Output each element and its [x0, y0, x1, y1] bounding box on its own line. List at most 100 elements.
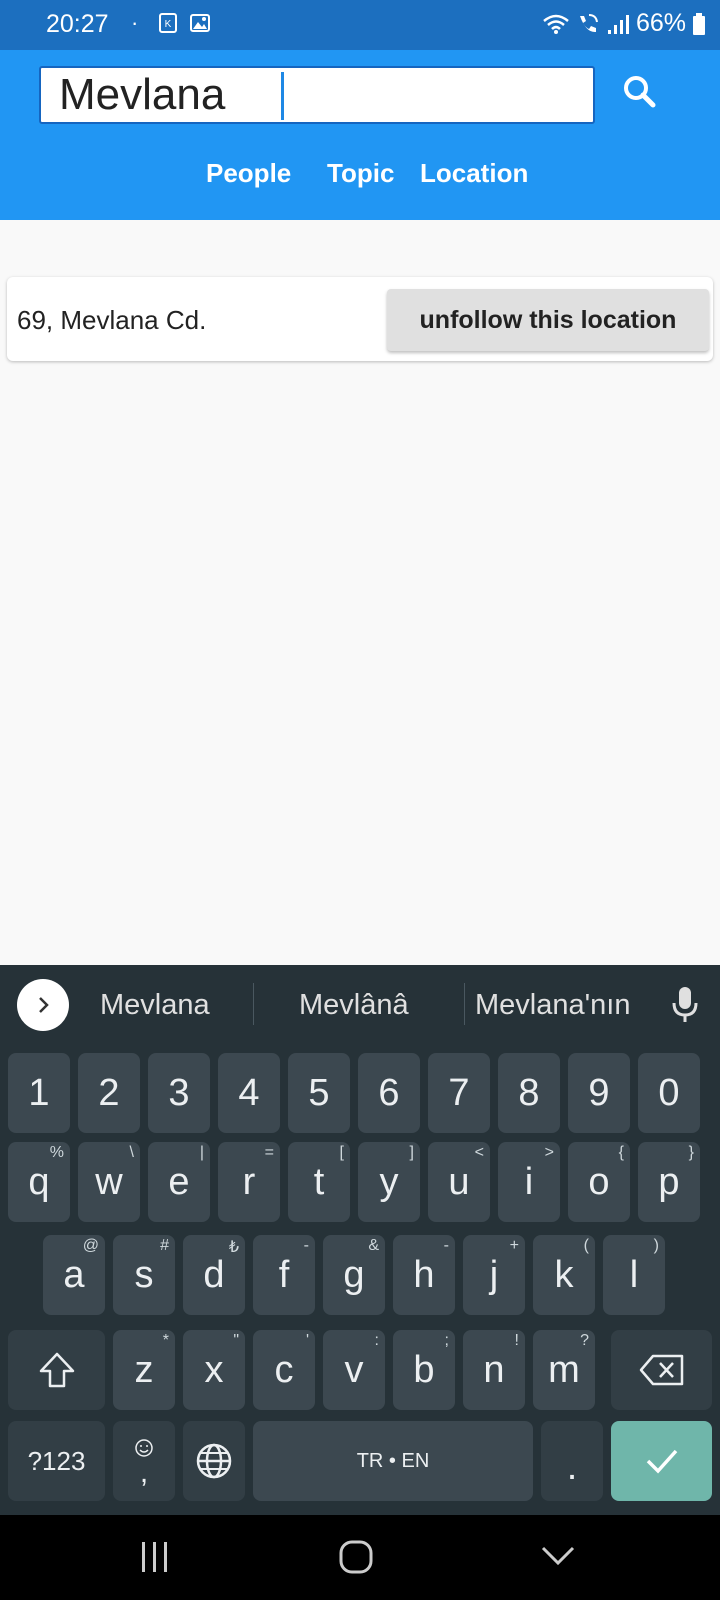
key-g[interactable]: g &: [323, 1235, 385, 1315]
search-box[interactable]: [39, 66, 595, 124]
divider: [464, 983, 465, 1025]
key-label: k: [554, 1253, 574, 1296]
suggestion-1[interactable]: Mevlana: [100, 989, 210, 1022]
search-input[interactable]: [41, 68, 593, 122]
key-label: q: [28, 1160, 50, 1203]
key-alt-symbol: @: [82, 1237, 99, 1254]
key-p[interactable]: p}: [638, 1142, 700, 1222]
key-w[interactable]: w \: [78, 1142, 140, 1222]
key-alt-symbol: :: [374, 1332, 379, 1349]
key-y[interactable]: y]: [358, 1142, 420, 1222]
key-label: 2: [98, 1071, 120, 1114]
key-a[interactable]: a @: [43, 1235, 105, 1315]
key-5[interactable]: 5: [288, 1053, 350, 1133]
key-i[interactable]: i >: [498, 1142, 560, 1222]
key-alt-symbol: }: [688, 1144, 694, 1161]
space-key[interactable]: TR • EN: [253, 1421, 533, 1501]
key-label: y: [379, 1160, 399, 1203]
key-alt-symbol: !: [514, 1332, 519, 1349]
key-f[interactable]: f-: [253, 1235, 315, 1315]
key-l[interactable]: l): [603, 1235, 665, 1315]
chevron-right-icon: [39, 997, 49, 1013]
svg-text:K: K: [165, 19, 172, 30]
tab-people[interactable]: People: [206, 158, 291, 189]
key-c[interactable]: c ': [253, 1330, 315, 1410]
key-7[interactable]: 7: [428, 1053, 490, 1133]
key-n[interactable]: n!: [463, 1330, 525, 1410]
language-key[interactable]: [183, 1421, 245, 1501]
key-alt-symbol: +: [509, 1237, 519, 1254]
status-bar: 20:27 · K 66%: [0, 0, 720, 50]
shift-key[interactable]: [8, 1330, 105, 1410]
backspace-key[interactable]: [611, 1330, 712, 1410]
key-k[interactable]: k(: [533, 1235, 595, 1315]
key-8[interactable]: 8: [498, 1053, 560, 1133]
key-0[interactable]: 0: [638, 1053, 700, 1133]
key-label: j: [489, 1253, 499, 1296]
key-v[interactable]: v:: [323, 1330, 385, 1410]
key-t[interactable]: t[: [288, 1142, 350, 1222]
key-alt-symbol: *: [162, 1332, 169, 1349]
key-alt-symbol: ;: [444, 1332, 449, 1349]
key-u[interactable]: u <: [428, 1142, 490, 1222]
status-time: 20:27: [46, 10, 109, 38]
key-label: 5: [308, 1071, 330, 1114]
key-label: v: [344, 1348, 364, 1391]
enter-key[interactable]: [611, 1421, 712, 1501]
backspace-icon: [639, 1354, 683, 1386]
key-q[interactable]: q%: [8, 1142, 70, 1222]
key-label: i: [524, 1160, 534, 1203]
key-label: o: [588, 1160, 610, 1203]
search-header: People Topic Location: [0, 50, 720, 220]
key-label: l: [629, 1253, 639, 1296]
key-3[interactable]: 3: [148, 1053, 210, 1133]
suggestion-2[interactable]: Mevlânâ: [299, 989, 409, 1022]
unfollow-location-button[interactable]: unfollow this location: [387, 289, 709, 351]
key-e[interactable]: e |: [148, 1142, 210, 1222]
key-label: e: [168, 1160, 190, 1203]
battery-percent: 66%: [635, 9, 686, 37]
battery-icon: [693, 12, 705, 35]
key-alt-symbol: #: [160, 1237, 169, 1254]
key-label: 7: [448, 1071, 470, 1114]
tab-topic[interactable]: Topic: [327, 158, 394, 189]
key-d[interactable]: d ₺: [183, 1235, 245, 1315]
key-1[interactable]: 1: [8, 1053, 70, 1133]
key-6[interactable]: 6: [358, 1053, 420, 1133]
expand-toolbar-button[interactable]: [17, 979, 69, 1031]
key-z[interactable]: z *: [113, 1330, 175, 1410]
key-label: b: [413, 1348, 435, 1391]
key-alt-symbol: -: [443, 1237, 449, 1254]
microphone-icon[interactable]: [668, 985, 702, 1025]
tab-location[interactable]: Location: [420, 158, 528, 189]
key-x[interactable]: x ": [183, 1330, 245, 1410]
key-label: 4: [238, 1071, 260, 1114]
symbols-key[interactable]: ?123: [8, 1421, 105, 1501]
app-k-icon: K: [159, 13, 177, 33]
recent-apps-icon[interactable]: [138, 1539, 172, 1575]
key-m[interactable]: m?: [533, 1330, 595, 1410]
period-key[interactable]: .: [541, 1421, 603, 1501]
key-alt-symbol: -: [303, 1237, 309, 1254]
key-o[interactable]: o{: [568, 1142, 630, 1222]
navigation-bar: [0, 1515, 720, 1600]
key-label: w: [95, 1160, 123, 1203]
key-2[interactable]: 2: [78, 1053, 140, 1133]
key-b[interactable]: b;: [393, 1330, 455, 1410]
emoji-comma-key[interactable]: ,: [113, 1421, 175, 1501]
key-h[interactable]: h-: [393, 1235, 455, 1315]
key-alt-symbol: [: [339, 1144, 344, 1161]
suggestion-3[interactable]: Mevlana'nın: [475, 989, 630, 1022]
key-r[interactable]: r =: [218, 1142, 280, 1222]
key-label: d: [203, 1253, 225, 1296]
key-9[interactable]: 9: [568, 1053, 630, 1133]
home-icon[interactable]: [338, 1539, 374, 1575]
key-j[interactable]: j +: [463, 1235, 525, 1315]
wifi-call-icon: [579, 13, 598, 32]
key-alt-symbol: {: [618, 1144, 624, 1161]
key-s[interactable]: s #: [113, 1235, 175, 1315]
search-icon[interactable]: [620, 72, 660, 112]
key-alt-symbol: ': [305, 1332, 309, 1349]
key-4[interactable]: 4: [218, 1053, 280, 1133]
back-icon[interactable]: [540, 1543, 576, 1569]
